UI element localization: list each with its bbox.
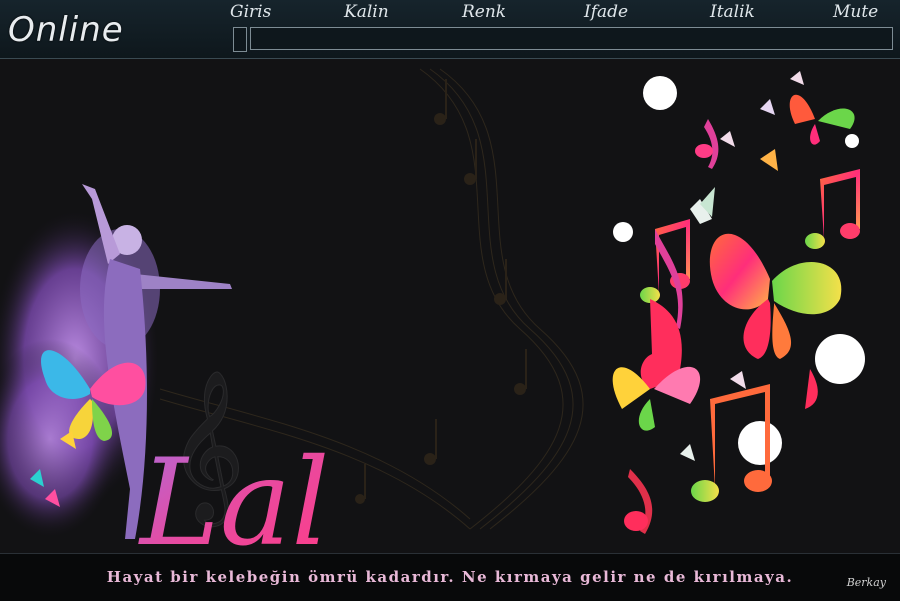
- menu-item-renk[interactable]: Renk: [462, 2, 506, 22]
- artist-signature: Berkay: [846, 576, 886, 589]
- footer-quote: Hayat bir kelebeğin ömrü kadardır. Ne kı…: [106, 568, 794, 586]
- menu-item-kalin[interactable]: Kalin: [344, 2, 389, 22]
- app-logo: Online: [8, 10, 124, 50]
- faint-notes-decoration: [355, 79, 527, 504]
- artwork-canvas: 𝄞 Lal: [0, 68, 865, 553]
- footer-bar: Hayat bir kelebeğin ömrü kadardır. Ne kı…: [0, 553, 900, 601]
- menu-item-ifade[interactable]: Ifade: [584, 2, 628, 22]
- format-menu: Giris Kalin Renk Ifade Italik Mute: [230, 2, 890, 22]
- color-picker-button[interactable]: [233, 27, 247, 52]
- top-bar: Online Giris Kalin Renk Ifade Italik Mut…: [0, 0, 900, 59]
- menu-item-italik[interactable]: Italik: [710, 2, 755, 22]
- music-notes-icon: [624, 119, 860, 534]
- artwork-stage: 𝄞 Lal: [0, 59, 900, 553]
- menu-item-mute[interactable]: Mute: [833, 2, 878, 22]
- artwork-title: Lal: [138, 434, 330, 553]
- menu-item-giris[interactable]: Giris: [230, 2, 271, 22]
- message-input[interactable]: [250, 27, 893, 50]
